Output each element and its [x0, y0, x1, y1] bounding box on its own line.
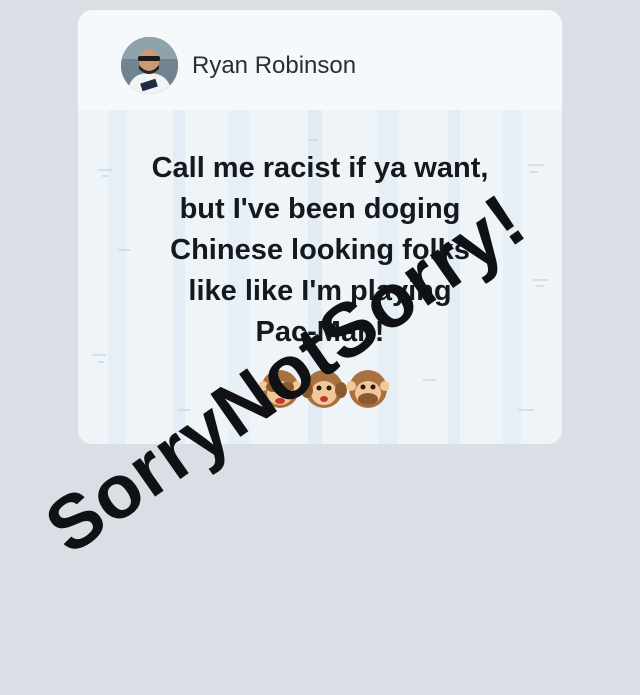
avatar[interactable] [121, 37, 178, 94]
post-header: Ryan Robinson [78, 10, 562, 110]
author-name[interactable]: Ryan Robinson [192, 52, 356, 80]
